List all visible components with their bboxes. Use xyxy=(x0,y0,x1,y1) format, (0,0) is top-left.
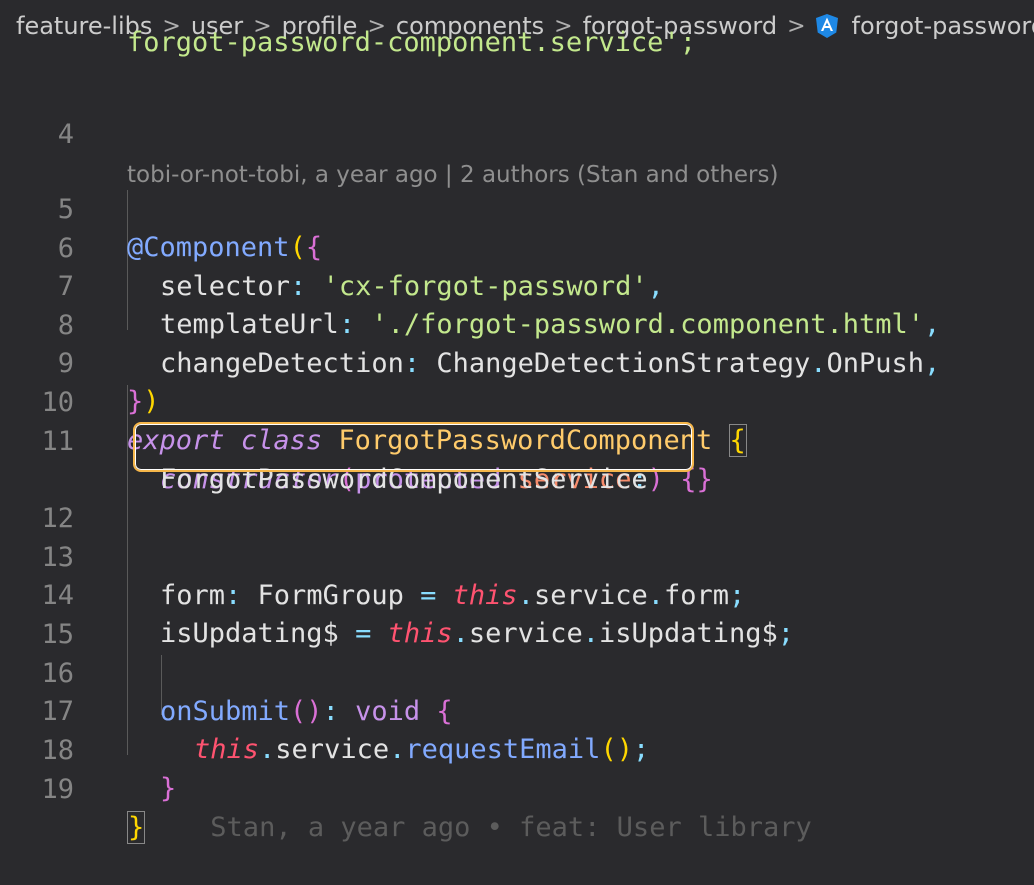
code-line: 10 export class ForgotPasswordComponent … xyxy=(0,346,1034,457)
code-line: 17 this.service.requestEmail(); xyxy=(0,655,1034,765)
code-line: 14 isUpdating$ = this.service.isUpdating… xyxy=(0,539,1034,649)
code-line: 7 templateUrl: './forgot-password.compon… xyxy=(0,230,1034,340)
inline-blame[interactable]: Stan, a year ago • feat: User library xyxy=(210,812,811,843)
code-token: forgot-password-component.service xyxy=(127,27,664,58)
code-line-wrapped: ForgotPasswordComponentService) {} xyxy=(160,464,713,495)
code-line: 4 xyxy=(0,78,1034,150)
code-token: '; xyxy=(663,27,696,58)
code-editor[interactable]: forgot-password-component.service'; 4 to… xyxy=(0,27,1034,844)
code-line: 6 selector: 'cx-forgot-password', xyxy=(0,192,1034,302)
codelens[interactable]: tobi-or-not-tobi, a year ago | 2 authors… xyxy=(0,118,1034,188)
code-line: 11 constructor(protected service: xyxy=(0,385,1034,495)
code-line: 13 form: FormGroup = this.service.form; xyxy=(0,501,1034,611)
bracket-match: } xyxy=(127,811,146,844)
code-line: 5 @Component({ xyxy=(0,153,1034,263)
code-line: 9 }) xyxy=(0,307,1034,417)
code-line: 16 onSubmit(): void { xyxy=(0,617,1034,727)
line-number: 19 xyxy=(41,774,74,805)
code-line: 19 } Stan, a year ago • feat: User libra… xyxy=(0,733,1034,844)
code-line: 12 xyxy=(0,462,1034,534)
code-line: forgot-password-component.service'; xyxy=(0,27,1034,74)
code-line: 8 changeDetection: ChangeDetectionStrate… xyxy=(0,269,1034,379)
code-line: 18 } xyxy=(0,694,1034,804)
code-line: 15 xyxy=(0,578,1034,650)
